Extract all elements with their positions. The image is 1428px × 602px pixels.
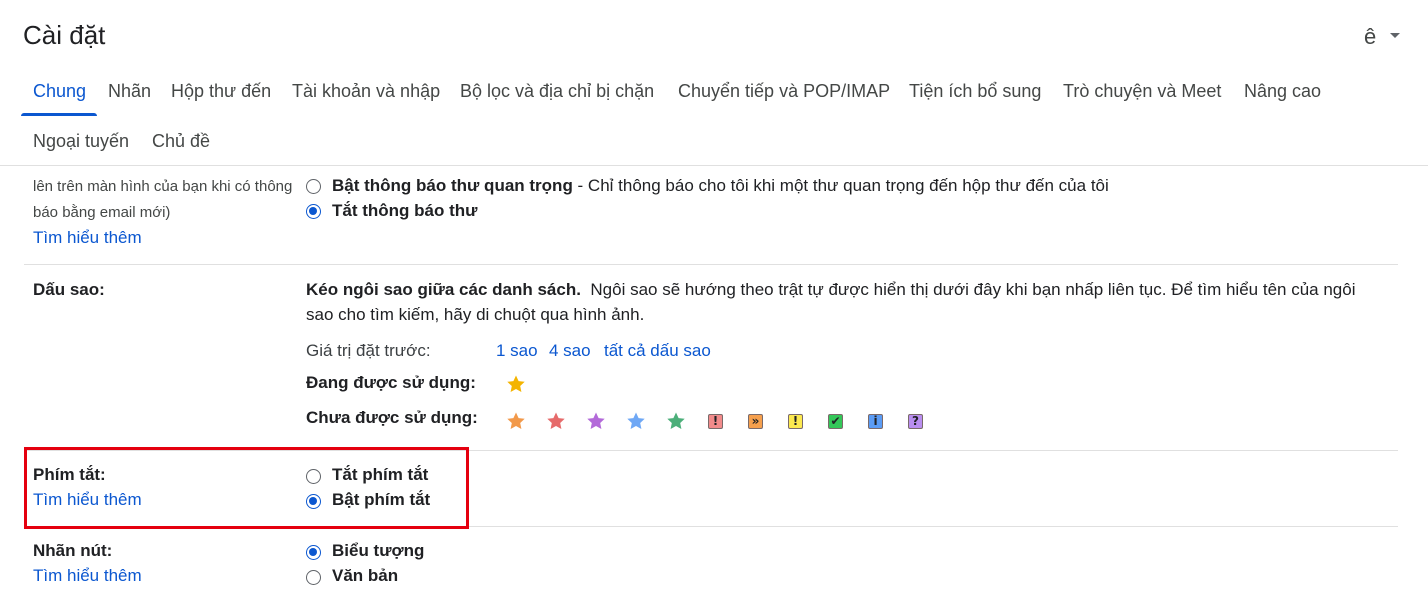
- stars-drag-instruction: Kéo ngôi sao giữa các danh sách.: [306, 280, 581, 299]
- important-notifications-radio[interactable]: [306, 179, 321, 194]
- orange-guillemet-icon[interactable]: »: [748, 414, 763, 429]
- stars-label: Dấu sao:: [33, 280, 105, 299]
- button-labels-label: Nhãn nút:: [33, 541, 113, 560]
- preset-1-star-link[interactable]: 1 sao: [496, 341, 538, 361]
- section-divider: [24, 264, 1398, 265]
- settings-content[interactable]: lên trên màn hình của bạn khi có thông b…: [0, 150, 1428, 602]
- tab-general[interactable]: Chung: [33, 81, 86, 102]
- tab-inbox[interactable]: Hộp thư đến: [171, 81, 271, 102]
- button-labels-icons-label: Biểu tượng: [332, 541, 425, 560]
- shortcuts-on-radio[interactable]: [306, 494, 321, 509]
- important-notifications-option: Bật thông báo thư quan trọng - Chỉ thông…: [332, 176, 1109, 196]
- settings-header: Cài đặt ê Chung Nhãn Hộp thư đến Tài kho…: [0, 0, 1428, 166]
- button-labels-text-label: Văn bản: [332, 566, 399, 585]
- button-labels-learn-more-link[interactable]: Tìm hiểu thêm: [33, 566, 142, 586]
- stars-description-line2: sao cho tìm kiếm, hãy di chuột qua hình …: [306, 305, 645, 324]
- tab-accounts-import[interactable]: Tài khoản và nhập: [292, 81, 440, 102]
- yellow-star-icon[interactable]: [506, 374, 526, 394]
- red-star-icon[interactable]: [546, 411, 566, 431]
- notifications-learn-more-link[interactable]: Tìm hiểu thêm: [33, 228, 142, 248]
- tab-add-ons[interactable]: Tiện ích bổ sung: [909, 81, 1041, 102]
- active-tab-indicator: [21, 113, 97, 116]
- blue-info-icon[interactable]: i: [868, 414, 883, 429]
- shortcuts-off-label: Tắt phím tắt: [332, 465, 429, 484]
- page-title: Cài đặt: [23, 20, 106, 50]
- notifications-description-line1: lên trên màn hình của bạn khi có thông: [33, 178, 293, 195]
- important-notifications-label: Bật thông báo thư quan trọng: [332, 176, 573, 195]
- red-bang-icon[interactable]: !: [708, 414, 723, 429]
- shortcuts-learn-more-link[interactable]: Tìm hiểu thêm: [33, 490, 142, 510]
- blue-star-icon[interactable]: [626, 411, 646, 431]
- orange-star-icon[interactable]: [506, 411, 526, 431]
- section-divider: [24, 450, 1398, 451]
- section-divider: [24, 526, 1398, 527]
- tab-filters-blocked[interactable]: Bộ lọc và địa chỉ bị chặn: [460, 81, 654, 102]
- preset-4-stars-link[interactable]: 4 sao: [549, 341, 591, 361]
- tab-labels[interactable]: Nhãn: [108, 81, 151, 102]
- tab-advanced[interactable]: Nâng cao: [1244, 81, 1321, 102]
- shortcuts-on-label: Bật phím tắt: [332, 490, 431, 509]
- notifications-off-radio[interactable]: [306, 204, 321, 219]
- not-in-use-label: Chưa được sử dụng:: [306, 408, 478, 427]
- stars-drag-detail: Ngôi sao sẽ hướng theo trật tự được hiển…: [590, 280, 1356, 299]
- important-notifications-desc: - Chỉ thông báo cho tôi khi một thư quan…: [572, 176, 1109, 195]
- tab-themes[interactable]: Chủ đề: [152, 131, 210, 152]
- green-check-icon[interactable]: ✔: [828, 414, 843, 429]
- purple-question-icon[interactable]: ?: [908, 414, 923, 429]
- tab-chat-meet[interactable]: Trò chuyện và Meet: [1063, 81, 1221, 102]
- presets-label: Giá trị đặt trước:: [306, 341, 431, 360]
- shortcuts-off-radio[interactable]: [306, 469, 321, 484]
- keyboard-shortcuts-label: Phím tắt:: [33, 465, 106, 484]
- input-tools-button[interactable]: ê: [1364, 24, 1376, 50]
- stars-description-line1: Kéo ngôi sao giữa các danh sách. Ngôi sa…: [306, 280, 1355, 300]
- tab-offline[interactable]: Ngoại tuyến: [33, 131, 129, 152]
- button-labels-icons-radio[interactable]: [306, 545, 321, 560]
- notifications-off-label: Tắt thông báo thư: [332, 201, 478, 220]
- button-labels-text-radio[interactable]: [306, 570, 321, 585]
- preset-all-stars-link[interactable]: tất cả dấu sao: [604, 341, 711, 361]
- purple-star-icon[interactable]: [586, 411, 606, 431]
- tab-forwarding-pop-imap[interactable]: Chuyển tiếp và POP/IMAP: [678, 81, 890, 102]
- green-star-icon[interactable]: [666, 411, 686, 431]
- chevron-down-icon[interactable]: [1390, 33, 1400, 38]
- in-use-label: Đang được sử dụng:: [306, 373, 476, 392]
- notifications-description-line2: báo bằng email mới): [33, 204, 171, 221]
- yellow-bang-icon[interactable]: !: [788, 414, 803, 429]
